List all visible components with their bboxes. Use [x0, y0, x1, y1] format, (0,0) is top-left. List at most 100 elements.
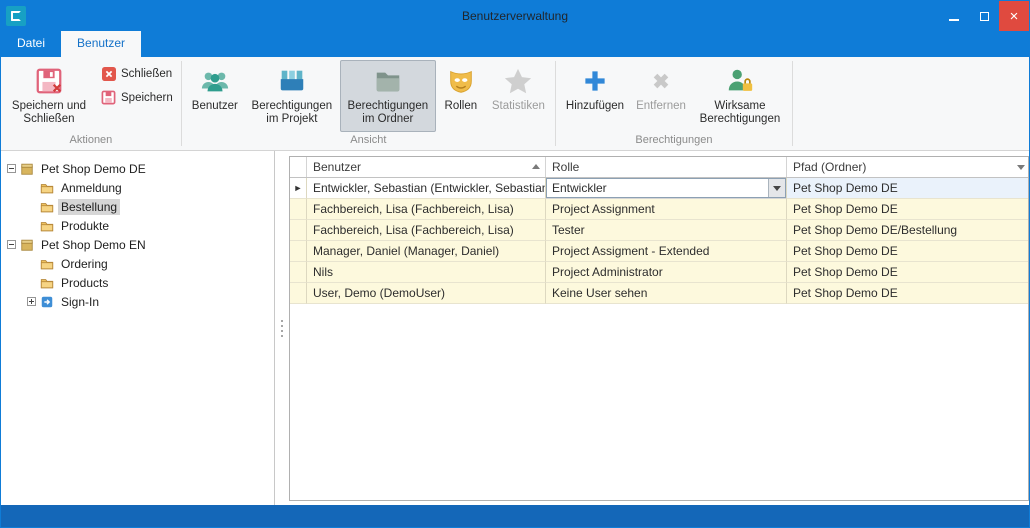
cell-pfad[interactable]: Pet Shop Demo DE/Bestellung	[787, 220, 1028, 241]
save-and-close-label: Speichern und Schließen	[11, 100, 87, 126]
table-row[interactable]: Fachbereich, Lisa (Fachbereich, Lisa) Pr…	[290, 199, 1028, 220]
cell-benutzer[interactable]: Nils	[307, 262, 546, 283]
tree-item-ordering[interactable]: Ordering	[1, 254, 274, 273]
save-label: Speichern	[121, 92, 173, 104]
cell-benutzer[interactable]: Fachbereich, Lisa (Fachbereich, Lisa)	[307, 199, 546, 220]
main-content: Pet Shop Demo DE Anmeldung Bestellung	[1, 151, 1029, 505]
close-button[interactable]: ×	[999, 1, 1029, 31]
column-header-benutzer[interactable]: Benutzer	[307, 157, 546, 177]
cell-rolle[interactable]: Tester	[546, 220, 787, 241]
save-button[interactable]: Speichern	[101, 90, 173, 105]
role-combobox[interactable]: Entwickler	[546, 178, 786, 198]
cell-benutzer[interactable]: User, Demo (DemoUser)	[307, 283, 546, 304]
folder-icon	[40, 257, 54, 271]
maximize-icon	[980, 12, 989, 21]
app-icon[interactable]	[6, 6, 26, 26]
permissions-grid: Benutzer Rolle Pfad (Ordner) ► Entwickle…	[289, 156, 1029, 501]
cell-rolle[interactable]: Keine User sehen	[546, 283, 787, 304]
effective-permissions-icon	[725, 64, 755, 98]
add-plus-icon	[581, 64, 609, 98]
statistics-button: Statistiken	[486, 60, 551, 132]
minimize-button[interactable]	[939, 1, 969, 31]
save-icon	[101, 90, 116, 105]
cell-benutzer[interactable]: Manager, Daniel (Manager, Daniel)	[307, 241, 546, 262]
cell-benutzer[interactable]: Entwickler, Sebastian (Entwickler, Sebas…	[307, 178, 546, 199]
ribbon-group-berechtigungen-body: Hinzufügen Entfernen	[556, 57, 792, 133]
table-row[interactable]: ► Entwickler, Sebastian (Entwickler, Seb…	[290, 178, 1028, 199]
tree-item-label: Anmeldung	[58, 180, 125, 196]
table-row[interactable]: User, Demo (DemoUser) Keine User sehen P…	[290, 283, 1028, 304]
close-red-icon	[101, 66, 116, 81]
table-row[interactable]: Nils Project Administrator Pet Shop Demo…	[290, 262, 1028, 283]
tree-item-label: Ordering	[58, 256, 111, 272]
permissions-project-button[interactable]: Berechtigungen im Projekt	[244, 60, 340, 132]
effective-permissions-button[interactable]: Wirksame Berechtigungen	[692, 60, 788, 132]
cell-rolle[interactable]: Project Assigment - Extended	[546, 241, 787, 262]
tree-item-label: Sign-In	[58, 294, 102, 310]
ribbon-group-aktionen: Speichern und Schließen Schließen Speich…	[1, 57, 181, 150]
splitter-grip-icon	[281, 320, 283, 337]
tree-item-label: Products	[58, 275, 111, 291]
tree-item-pet-shop-demo-en[interactable]: Pet Shop Demo EN	[1, 235, 274, 254]
folder-icon	[40, 276, 54, 290]
cell-rolle[interactable]: Project Assignment	[546, 199, 787, 220]
panel-splitter[interactable]	[275, 151, 289, 505]
remove-permission-label: Entfernen	[636, 100, 686, 113]
chevron-down-icon	[773, 186, 781, 191]
row-indicator	[290, 262, 307, 283]
table-row[interactable]: Manager, Daniel (Manager, Daniel) Projec…	[290, 241, 1028, 262]
cell-pfad[interactable]: Pet Shop Demo DE	[787, 241, 1028, 262]
tab-benutzer[interactable]: Benutzer	[61, 31, 141, 57]
expand-icon[interactable]	[27, 297, 36, 306]
folder-tree-panel: Pet Shop Demo DE Anmeldung Bestellung	[1, 151, 275, 505]
tree-item-bestellung[interactable]: Bestellung	[1, 197, 274, 216]
tree-item-produkte[interactable]: Produkte	[1, 216, 274, 235]
row-indicator-header	[290, 157, 307, 177]
tree-item-pet-shop-demo-de[interactable]: Pet Shop Demo DE	[1, 159, 274, 178]
header-dropdown-icon[interactable]	[1017, 165, 1025, 170]
cell-rolle[interactable]: Project Administrator	[546, 262, 787, 283]
ribbon-group-aktionen-body: Speichern und Schließen Schließen Speich…	[1, 57, 181, 133]
window-title: Benutzerverwaltung	[1, 9, 1029, 23]
table-row[interactable]: Fachbereich, Lisa (Fachbereich, Lisa) Te…	[290, 220, 1028, 241]
cell-pfad[interactable]: Pet Shop Demo DE	[787, 283, 1028, 304]
roles-label: Rollen	[445, 100, 478, 113]
tab-datei[interactable]: Datei	[1, 31, 61, 57]
cell-benutzer[interactable]: Fachbereich, Lisa (Fachbereich, Lisa)	[307, 220, 546, 241]
project-permissions-icon	[277, 64, 307, 98]
project-icon	[20, 162, 34, 176]
collapse-icon[interactable]	[7, 240, 16, 249]
ribbon-group-ansicht: Benutzer Berechtigungen im Projekt	[182, 57, 555, 150]
statistics-star-icon	[503, 64, 533, 98]
add-permission-label: Hinzufügen	[566, 100, 624, 113]
column-header-label: Benutzer	[313, 160, 361, 174]
cell-pfad[interactable]: Pet Shop Demo DE	[787, 262, 1028, 283]
tree-item-label: Pet Shop Demo DE	[38, 161, 149, 177]
grid-header-row: Benutzer Rolle Pfad (Ordner)	[290, 157, 1028, 178]
close-form-button[interactable]: Schließen	[101, 66, 173, 81]
tree-item-sign-in[interactable]: Sign-In	[1, 292, 274, 311]
column-header-pfad[interactable]: Pfad (Ordner)	[787, 157, 1028, 177]
permissions-folder-button[interactable]: Berechtigungen im Ordner	[340, 60, 436, 132]
group-label-ansicht: Ansicht	[182, 133, 555, 150]
tree-item-anmeldung[interactable]: Anmeldung	[1, 178, 274, 197]
save-and-close-button[interactable]: Speichern und Schließen	[5, 60, 93, 132]
add-permission-button[interactable]: Hinzufügen	[560, 60, 630, 132]
folder-icon	[40, 181, 54, 195]
ribbon-group-ansicht-body: Benutzer Berechtigungen im Projekt	[182, 57, 555, 133]
maximize-button[interactable]	[969, 1, 999, 31]
close-icon: ×	[1010, 9, 1019, 24]
users-view-button[interactable]: Benutzer	[186, 60, 244, 132]
column-header-rolle[interactable]: Rolle	[546, 157, 787, 177]
ribbon-group-berechtigungen: Hinzufügen Entfernen	[556, 57, 792, 150]
column-header-label: Rolle	[552, 160, 579, 174]
combobox-dropdown-button[interactable]	[768, 179, 785, 197]
title-bar: Benutzerverwaltung ×	[1, 1, 1029, 31]
roles-button[interactable]: Rollen	[436, 60, 486, 132]
cell-rolle[interactable]: Entwickler	[546, 178, 787, 199]
cell-pfad[interactable]: Pet Shop Demo DE	[787, 178, 1028, 199]
tree-item-products[interactable]: Products	[1, 273, 274, 292]
cell-pfad[interactable]: Pet Shop Demo DE	[787, 199, 1028, 220]
group-label-aktionen: Aktionen	[1, 133, 181, 150]
collapse-icon[interactable]	[7, 164, 16, 173]
